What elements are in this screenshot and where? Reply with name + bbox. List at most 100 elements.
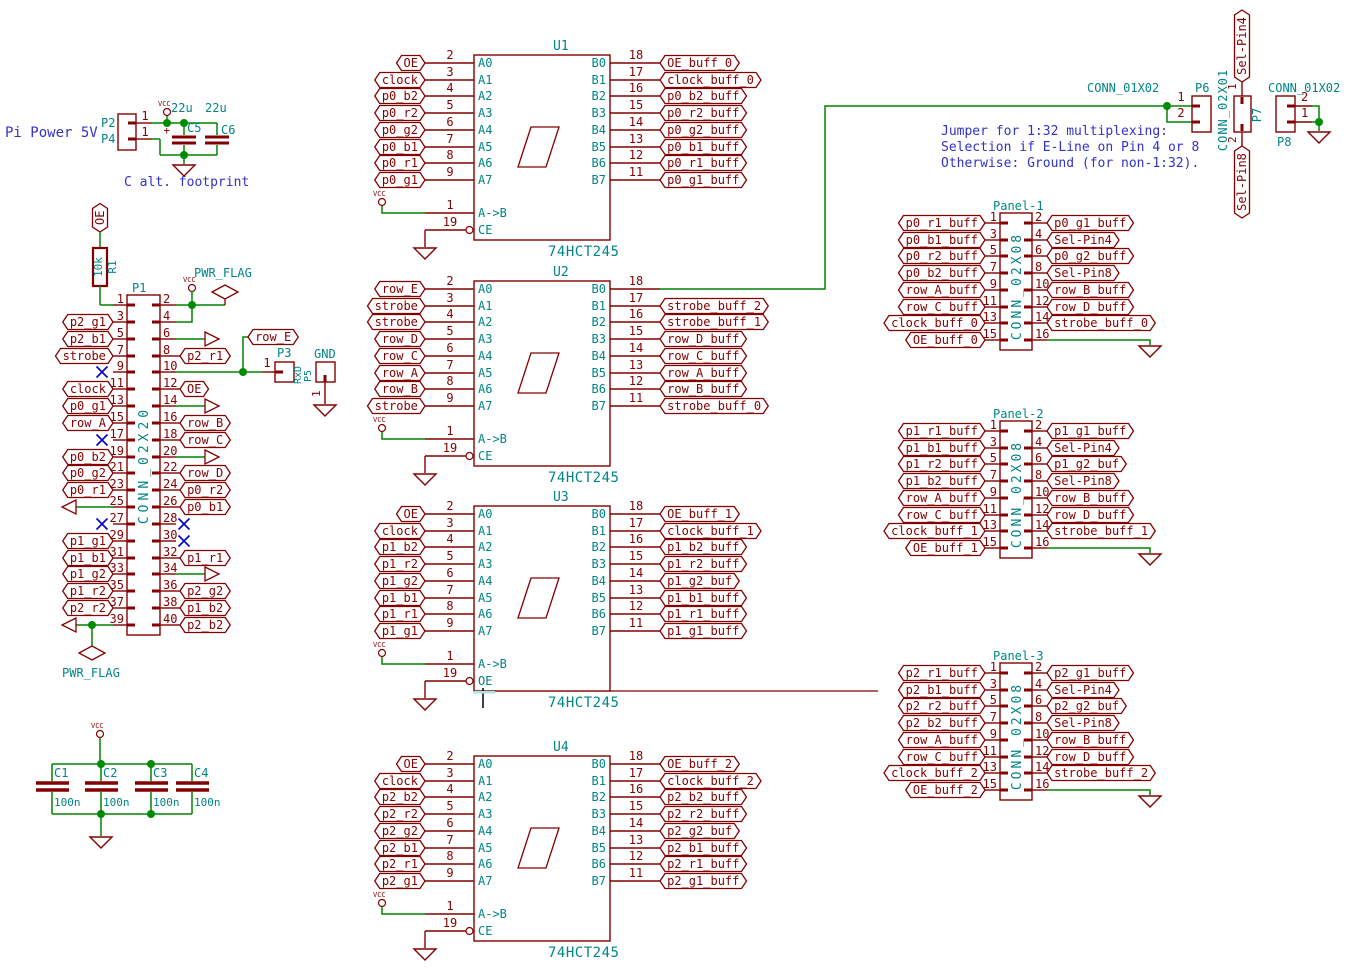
net-label-text: p1_b1_buff [667,591,739,605]
pin-name: A6 [478,607,492,621]
pin-name: A1 [478,73,492,87]
pin-number: 1 [990,418,997,432]
pin-name: B5 [592,140,606,154]
vcc-symbol[interactable] [97,731,104,738]
net-label-text: OE_buff_2 [913,783,978,797]
gnd-symbol[interactable] [1308,132,1330,143]
wire[interactable] [1047,340,1150,345]
pin-name: A1 [478,524,492,538]
gnd-symbol[interactable] [414,949,436,960]
pin-name: B0 [592,282,606,296]
pin-name: A2 [478,315,492,329]
pin-number: 6 [1035,243,1042,257]
vcc-symbol[interactable] [379,650,386,657]
wire[interactable] [382,432,425,439]
net-label-text: strobe_buff_2 [667,299,761,313]
pin-number: 11 [629,616,643,630]
vcc-symbol[interactable] [379,900,386,907]
net-label-text: p2_b2_buff [667,790,739,804]
vcc-symbol-label: VCC [373,641,386,649]
pin-number: 8 [446,374,453,388]
wire[interactable] [1047,790,1150,795]
net-label-text: p2_g1_buff [667,874,739,888]
wire[interactable] [382,657,425,664]
pin-number: 7 [446,358,453,372]
net-label-text: row_C [382,349,418,363]
gnd-symbol[interactable] [414,474,436,485]
pin-name: B6 [592,857,606,871]
net-label-text: p2_g2 [382,824,418,838]
empty-label-arrow[interactable] [205,450,219,464]
note-jumper-line-1[interactable]: Jumper for 1:32 multiplexing: [941,124,1168,140]
pin-inversion-bubble [466,227,473,234]
gnd-symbol[interactable] [414,699,436,710]
pin-number: 6 [446,115,453,129]
pin-number: 1 [990,210,997,224]
pin-number: 4 [1035,677,1042,691]
net-label-text: p0_b1_buff [906,233,978,247]
wire[interactable] [382,907,425,914]
net-label-text: p1_g2 [70,567,106,581]
pin-number: 9 [446,866,453,880]
note-jumper-line-2[interactable]: Selection if E-Line on Pin 4 or 8 [941,140,1199,156]
net-label-text: p2_g2_buf [1054,699,1119,713]
empty-label-arrow[interactable] [62,500,76,514]
net-label-text: p2_g1_buff [1054,666,1126,680]
vcc-symbol[interactable] [189,285,196,292]
pwr-flag-symbol[interactable] [79,646,105,660]
net-label-text: p1_g2_buf [667,574,732,588]
gnd-symbol[interactable] [1139,346,1161,357]
vcc-symbol[interactable] [379,199,386,206]
empty-label-arrow[interactable] [62,618,76,632]
pin-number: 7 [990,260,997,274]
pin-number: 17 [629,65,643,79]
connector-value: CONN_02X08 [1010,232,1025,340]
note-pi-power[interactable]: Pi Power 5V [5,125,98,141]
empty-label-arrow[interactable] [205,567,219,581]
net-label-text: row_E [382,282,418,296]
wire[interactable] [243,337,248,372]
pin-number: 13 [629,833,643,847]
pwr-flag-symbol[interactable] [212,285,238,299]
gnd-symbol[interactable] [1139,796,1161,807]
pin-name: B7 [592,874,606,888]
net-label-text: strobe_buff_0 [1054,316,1148,330]
net-label-text: p0_r1_buff [667,156,739,170]
connector-P2-P4[interactable] [118,114,136,150]
pin-number: 8 [1035,260,1042,274]
wire[interactable] [1047,548,1150,553]
net-label-text: p2_g1 [70,315,106,329]
connector-P6[interactable] [1192,96,1211,132]
net-label-text: Sel-Pin8 [1235,153,1249,211]
cap-value: 22u [171,101,193,115]
pin-number: 19 [443,215,457,229]
pin-number: 9 [990,277,997,291]
gnd-symbol[interactable] [90,837,112,848]
net-label-text: p1_r1_buff [906,424,978,438]
note-c-alt-footprint[interactable]: C alt. footprint [124,175,249,191]
empty-label-arrow[interactable] [205,399,219,413]
note-jumper-line-3[interactable]: Otherwise: Ground (for non-1:32). [941,156,1199,172]
pin-name: B3 [592,332,606,346]
pin-number: 5 [446,799,453,813]
net-label-text: clock_buff_0 [667,73,754,87]
cap-polarity-plus: + [163,124,170,137]
wire[interactable] [382,206,425,213]
gnd-symbol[interactable] [1139,554,1161,565]
vcc-symbol[interactable] [379,425,386,432]
vcc-symbol-label: VCC [373,416,386,424]
pin-number: 13 [629,358,643,372]
pwr-flag-label: PWR_FLAG [194,266,252,280]
pin-number: 2 [1301,90,1308,104]
pin-number: 5 [446,98,453,112]
gnd-symbol[interactable] [314,405,336,416]
pin-number: 3 [117,309,124,323]
connector-value: CONN_02X20 [137,406,152,524]
vcc-symbol[interactable] [164,109,171,116]
pin-number: 9 [446,391,453,405]
empty-label-arrow[interactable] [205,332,219,346]
pin-name: A2 [478,89,492,103]
gnd-symbol[interactable] [414,248,436,259]
connector-P8[interactable] [1276,96,1295,132]
net-label-text: OE_buff_0 [913,333,978,347]
